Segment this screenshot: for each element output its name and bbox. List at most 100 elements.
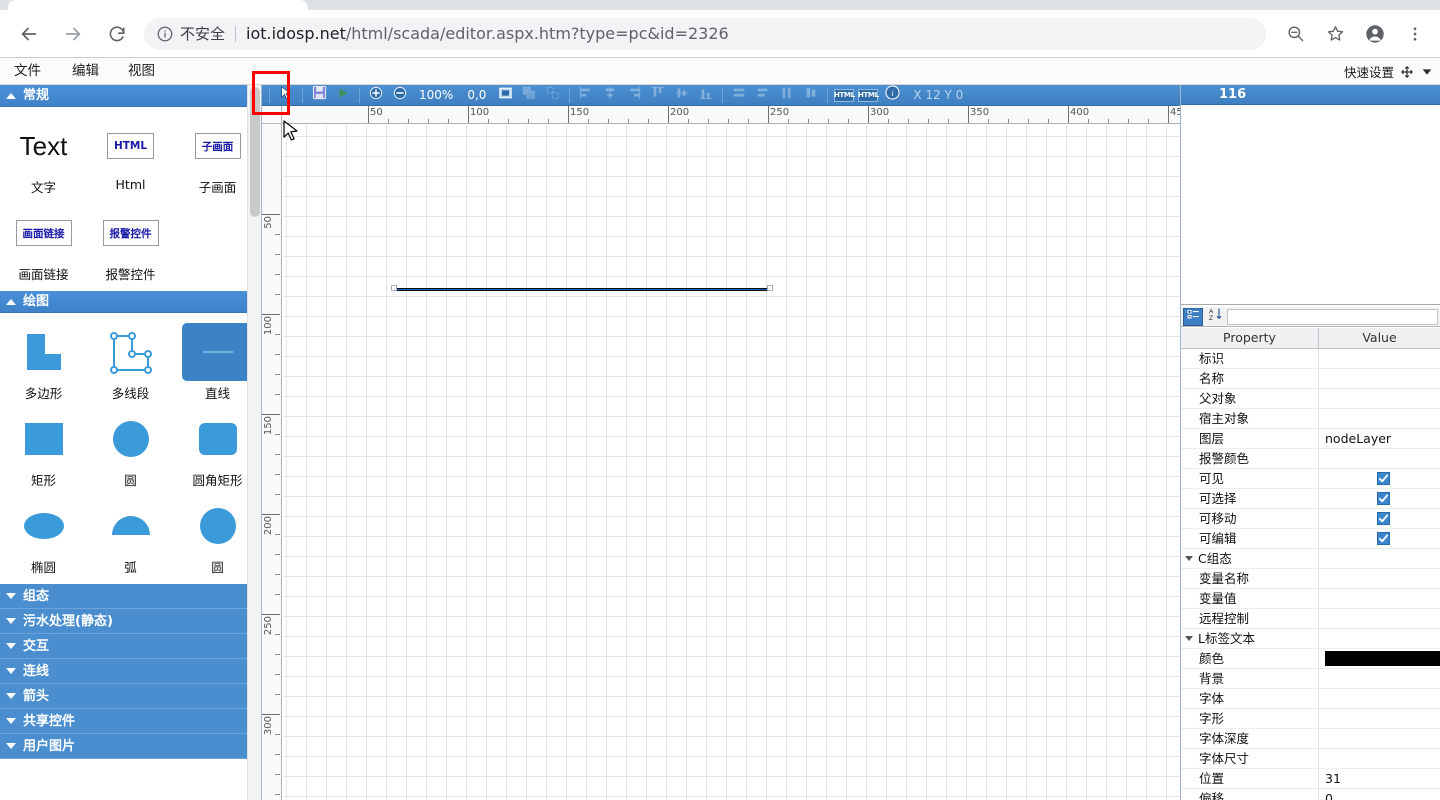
line-handle-start[interactable] bbox=[391, 285, 397, 291]
prop-row-background[interactable]: 背景 bbox=[1181, 669, 1440, 689]
align-top-button[interactable] bbox=[647, 86, 669, 105]
property-value-cell[interactable] bbox=[1319, 689, 1440, 708]
property-value-cell[interactable] bbox=[1319, 409, 1440, 428]
horizontal-ruler[interactable]: 5010015020025030035040045050055060065070… bbox=[282, 106, 1180, 124]
property-value-cell[interactable]: nodeLayer bbox=[1319, 429, 1440, 448]
chevron-down-icon[interactable] bbox=[1185, 556, 1193, 561]
zoom-level-label[interactable]: 100% bbox=[413, 88, 459, 102]
editor-canvas-area[interactable]: 5010015020025030035040045050055060065070… bbox=[262, 106, 1180, 800]
prop-row-selectable[interactable]: 可选择 bbox=[1181, 489, 1440, 509]
palette-item-polygon[interactable]: 多边形 bbox=[0, 317, 87, 404]
palette-section-shared-widget[interactable]: 共享控件 bbox=[0, 709, 261, 734]
property-value-cell[interactable] bbox=[1319, 349, 1440, 368]
property-value-cell[interactable] bbox=[1319, 509, 1440, 528]
run-button[interactable] bbox=[332, 86, 354, 105]
origin-label[interactable]: 0,0 bbox=[461, 88, 492, 102]
prop-row-font[interactable]: 字体 bbox=[1181, 689, 1440, 709]
vertical-ruler[interactable]: 50100150200250300350400450500550600650 bbox=[262, 124, 282, 800]
property-value-cell[interactable] bbox=[1319, 569, 1440, 588]
prop-row-parent[interactable]: 父对象 bbox=[1181, 389, 1440, 409]
align-bottom-button[interactable] bbox=[695, 86, 717, 105]
html-export-button[interactable]: HTML bbox=[833, 86, 855, 105]
palette-item-ellipse[interactable]: 椭圆 bbox=[0, 491, 87, 578]
menu-item-file[interactable]: 文件 bbox=[14, 58, 41, 85]
checkbox-checked-icon[interactable] bbox=[1377, 472, 1390, 485]
palette-item-polyline[interactable]: 多线段 bbox=[87, 317, 174, 404]
palette-item-html[interactable]: HTML Html bbox=[87, 111, 174, 198]
same-height-button[interactable] bbox=[800, 86, 822, 105]
fit-screen-button[interactable] bbox=[494, 86, 516, 105]
property-value-cell[interactable] bbox=[1319, 529, 1440, 548]
palette-section-interaction[interactable]: 交互 bbox=[0, 634, 261, 659]
prop-row-variable-value[interactable]: 变量值 bbox=[1181, 589, 1440, 609]
profile-button[interactable] bbox=[1356, 15, 1394, 53]
palette-section-header-general[interactable]: 常规 bbox=[0, 85, 261, 107]
prop-row-host[interactable]: 宿主对象 bbox=[1181, 409, 1440, 429]
palette-item-arc[interactable]: 弧 bbox=[87, 491, 174, 578]
palette-section-configuration[interactable]: 组态 bbox=[0, 584, 261, 609]
palette-item-circle[interactable]: 圆 bbox=[87, 404, 174, 491]
color-swatch[interactable] bbox=[1325, 651, 1440, 666]
prop-row-alarm-color[interactable]: 报警颜色 bbox=[1181, 449, 1440, 469]
chevron-down-icon[interactable] bbox=[1420, 65, 1434, 79]
prop-row-position[interactable]: 位置31 bbox=[1181, 769, 1440, 789]
menu-item-view[interactable]: 视图 bbox=[128, 58, 155, 85]
reload-button[interactable] bbox=[98, 15, 136, 53]
move-cross-icon[interactable] bbox=[1400, 65, 1414, 79]
line-handle-end[interactable] bbox=[767, 285, 773, 291]
prop-row-movable[interactable]: 可移动 bbox=[1181, 509, 1440, 529]
palette-item-screen-link[interactable]: 画面链接 画面链接 bbox=[0, 198, 87, 285]
zoom-out-button[interactable] bbox=[389, 86, 411, 105]
property-value-cell[interactable] bbox=[1319, 669, 1440, 688]
canvas-object-line[interactable] bbox=[394, 288, 770, 291]
canvas-grid-surface[interactable] bbox=[283, 125, 1180, 800]
property-value-cell[interactable] bbox=[1319, 729, 1440, 748]
select-tool-button[interactable] bbox=[275, 86, 297, 105]
property-value-cell[interactable]: 0 bbox=[1319, 789, 1440, 800]
palette-section-arrow[interactable]: 箭头 bbox=[0, 684, 261, 709]
html-import-button[interactable]: HTML bbox=[857, 86, 879, 105]
checkbox-checked-icon[interactable] bbox=[1377, 512, 1390, 525]
prop-row-variable-name[interactable]: 变量名称 bbox=[1181, 569, 1440, 589]
property-value-cell[interactable] bbox=[1319, 469, 1440, 488]
object-tree-body[interactable] bbox=[1181, 105, 1440, 305]
info-button[interactable]: i bbox=[881, 86, 903, 105]
properties-search-input[interactable] bbox=[1227, 309, 1438, 325]
prop-row-name[interactable]: 名称 bbox=[1181, 369, 1440, 389]
property-value-cell[interactable] bbox=[1319, 709, 1440, 728]
property-value-cell[interactable] bbox=[1319, 449, 1440, 468]
chrome-menu-button[interactable] bbox=[1396, 15, 1434, 53]
back-button[interactable] bbox=[10, 15, 48, 53]
palette-scrollbar[interactable] bbox=[247, 85, 261, 800]
save-button[interactable] bbox=[308, 86, 330, 105]
prop-row-identifier[interactable]: 标识 bbox=[1181, 349, 1440, 369]
palette-scrollbar-thumb[interactable] bbox=[250, 87, 260, 217]
distribute-horizontal-button[interactable] bbox=[752, 86, 774, 105]
bookmark-button[interactable] bbox=[1316, 15, 1354, 53]
palette-section-connector[interactable]: 连线 bbox=[0, 659, 261, 684]
sort-by-category-button[interactable] bbox=[1183, 308, 1203, 326]
chevron-down-icon[interactable] bbox=[1185, 636, 1193, 641]
quick-settings-button[interactable]: 快速设置 bbox=[1344, 58, 1434, 85]
prop-row-remote-control[interactable]: 远程控制 bbox=[1181, 609, 1440, 629]
palette-section-user-image[interactable]: 用户图片 bbox=[0, 734, 261, 759]
distribute-vertical-button[interactable] bbox=[776, 86, 798, 105]
checkbox-checked-icon[interactable] bbox=[1377, 492, 1390, 505]
align-right-button[interactable] bbox=[623, 86, 645, 105]
sort-alphabetical-button[interactable]: AZ bbox=[1205, 308, 1225, 326]
property-value-cell[interactable] bbox=[1319, 389, 1440, 408]
align-center-button[interactable] bbox=[599, 86, 621, 105]
group-button[interactable] bbox=[518, 86, 540, 105]
align-left-button[interactable] bbox=[575, 86, 597, 105]
same-width-button[interactable] bbox=[728, 86, 750, 105]
prop-row-layer[interactable]: 图层nodeLayer bbox=[1181, 429, 1440, 449]
prop-group-c-configuration[interactable]: C组态 bbox=[1181, 549, 1440, 569]
palette-item-alarm-widget[interactable]: 报警控件 报警控件 bbox=[87, 198, 174, 285]
prop-group-l-label-text[interactable]: L标签文本 bbox=[1181, 629, 1440, 649]
property-value-cell[interactable] bbox=[1319, 609, 1440, 628]
palette-item-text[interactable]: Text 文字 bbox=[0, 111, 87, 198]
property-value-cell[interactable] bbox=[1319, 589, 1440, 608]
ungroup-button[interactable] bbox=[542, 86, 564, 105]
property-value-cell[interactable]: 31 bbox=[1319, 769, 1440, 788]
browser-tab-active[interactable] bbox=[8, 0, 308, 10]
